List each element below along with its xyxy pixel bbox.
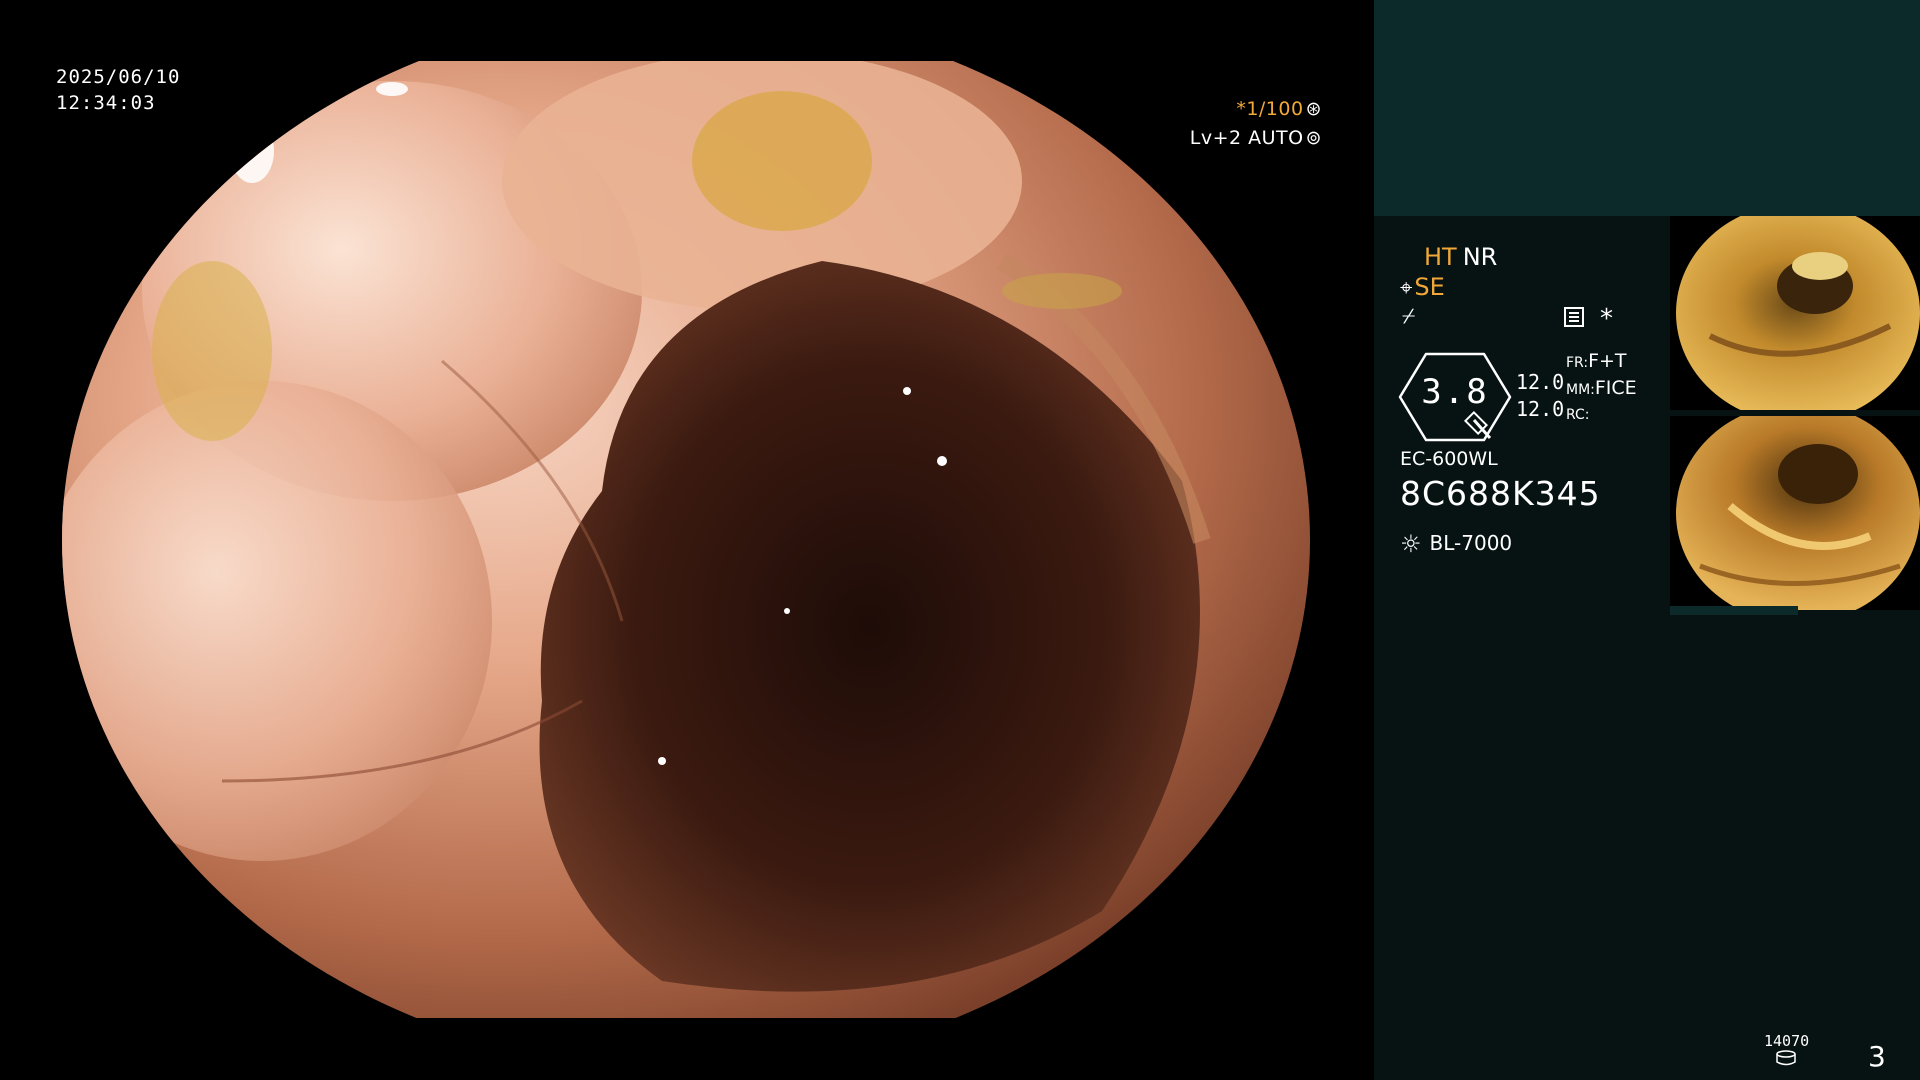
lightning-icon: ⌿	[1402, 304, 1416, 329]
value-a: 12.0	[1516, 370, 1565, 394]
storage-disk-icon	[1776, 1050, 1796, 1066]
thumbnail-image	[1676, 216, 1920, 410]
storage-counter: 14070	[1764, 1032, 1810, 1050]
light-source-label: BL-7000	[1429, 531, 1513, 555]
se-row: ⌖SE	[1400, 273, 1445, 301]
nr-label: NR	[1462, 243, 1498, 271]
light-source-row: ☼ BL-7000	[1400, 530, 1512, 558]
thumbnail-image	[1676, 416, 1920, 610]
thumbnail-indicator	[1670, 606, 1798, 615]
endoscope-image	[62, 61, 1310, 1018]
fr-value: F+T	[1588, 350, 1627, 372]
aperture-icon: ⊛	[1305, 98, 1322, 120]
level-text: Lv+2 AUTO	[1189, 127, 1304, 149]
time-text: 12:34:03	[56, 92, 156, 114]
ht-nr-row: HT NR	[1424, 243, 1497, 271]
mode-tags: FR:F+T MM:FICE RC:	[1566, 349, 1637, 428]
value-b: 12.0	[1516, 397, 1565, 421]
gauge-value: 3.8	[1421, 372, 1489, 412]
date-text: 2025/06/10	[56, 66, 181, 88]
capture-thumbnail[interactable]	[1670, 216, 1920, 410]
endoscope-view	[62, 61, 1310, 1018]
top-info-band	[1374, 0, 1920, 216]
fr-label: FR:	[1566, 355, 1589, 371]
rc-label: RC:	[1566, 407, 1590, 423]
shutter-text: *1/100	[1236, 98, 1304, 120]
mm-value: FICE	[1594, 377, 1637, 399]
asterisk-icon: *	[1600, 304, 1613, 334]
scope-serial: 8C688K345	[1400, 474, 1601, 513]
light-source-icon: ☼	[1400, 530, 1422, 558]
auto-iris-icon: ⊚	[1305, 127, 1322, 149]
shutter-readout: *1/100 ⊛	[1236, 98, 1322, 120]
enhancement-icon: ⌖	[1400, 276, 1413, 301]
level-readout: Lv+2 AUTO ⊚	[1190, 127, 1322, 149]
datetime: 2025/06/10 12:34:03	[56, 64, 180, 116]
se-label: SE	[1414, 273, 1445, 301]
scope-model: EC-600WL	[1400, 448, 1498, 470]
page-number: 3	[1868, 1040, 1886, 1073]
capture-thumbnail[interactable]	[1670, 416, 1920, 610]
settings-panel-icon	[1564, 307, 1584, 327]
mm-label: MM:	[1566, 382, 1595, 398]
ht-label: HT	[1424, 243, 1457, 271]
